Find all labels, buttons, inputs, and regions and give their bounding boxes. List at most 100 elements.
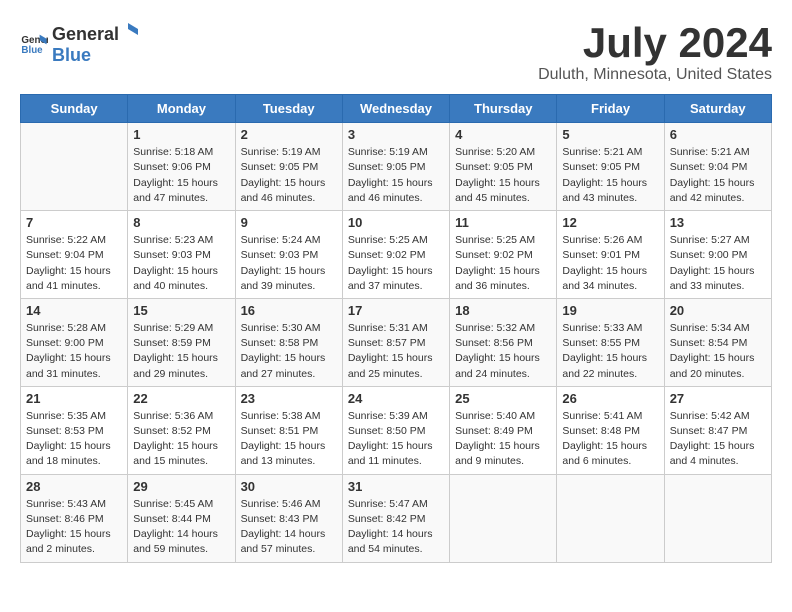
day-info: Sunrise: 5:38 AM Sunset: 8:51 PM Dayligh… [241, 409, 337, 470]
calendar-week-1: 1 Sunrise: 5:18 AM Sunset: 9:06 PM Daylig… [21, 123, 772, 211]
page-title: July 2024 [538, 20, 772, 66]
day-info: Sunrise: 5:46 AM Sunset: 8:43 PM Dayligh… [241, 497, 337, 558]
logo-arrow-icon [120, 20, 140, 40]
calendar-cell [450, 474, 557, 562]
day-info: Sunrise: 5:24 AM Sunset: 9:03 PM Dayligh… [241, 233, 337, 294]
day-number: 2 [241, 127, 337, 142]
day-info: Sunrise: 5:30 AM Sunset: 8:58 PM Dayligh… [241, 321, 337, 382]
calendar-cell: 29 Sunrise: 5:45 AM Sunset: 8:44 PM Dayli… [128, 474, 235, 562]
day-info: Sunrise: 5:31 AM Sunset: 8:57 PM Dayligh… [348, 321, 444, 382]
logo: General Blue General Blue [20, 20, 141, 66]
day-info: Sunrise: 5:43 AM Sunset: 8:46 PM Dayligh… [26, 497, 122, 558]
day-number: 9 [241, 215, 337, 230]
calendar-cell: 12 Sunrise: 5:26 AM Sunset: 9:01 PM Dayli… [557, 211, 664, 299]
day-info: Sunrise: 5:28 AM Sunset: 9:00 PM Dayligh… [26, 321, 122, 382]
header: General Blue General Blue July 2024 Dulu… [20, 20, 772, 84]
day-number: 7 [26, 215, 122, 230]
calendar-cell: 24 Sunrise: 5:39 AM Sunset: 8:50 PM Dayli… [342, 386, 449, 474]
day-info: Sunrise: 5:27 AM Sunset: 9:00 PM Dayligh… [670, 233, 766, 294]
calendar-cell: 16 Sunrise: 5:30 AM Sunset: 8:58 PM Dayli… [235, 298, 342, 386]
day-number: 5 [562, 127, 658, 142]
day-info: Sunrise: 5:19 AM Sunset: 9:05 PM Dayligh… [241, 145, 337, 206]
day-number: 26 [562, 391, 658, 406]
day-number: 12 [562, 215, 658, 230]
day-number: 22 [133, 391, 229, 406]
day-number: 13 [670, 215, 766, 230]
svg-text:Blue: Blue [21, 45, 43, 56]
calendar-header-row: SundayMondayTuesdayWednesdayThursdayFrid… [21, 95, 772, 123]
day-number: 17 [348, 303, 444, 318]
calendar-cell [21, 123, 128, 211]
calendar-cell: 6Sunrise: 5:21 AM Sunset: 9:04 PM Daylig… [664, 123, 771, 211]
calendar-cell: 20 Sunrise: 5:34 AM Sunset: 8:54 PM Dayli… [664, 298, 771, 386]
day-info: Sunrise: 5:45 AM Sunset: 8:44 PM Dayligh… [133, 497, 229, 558]
calendar-cell: 7 Sunrise: 5:22 AM Sunset: 9:04 PM Daylig… [21, 211, 128, 299]
calendar-cell: 11 Sunrise: 5:25 AM Sunset: 9:02 PM Dayli… [450, 211, 557, 299]
day-info: Sunrise: 5:40 AM Sunset: 8:49 PM Dayligh… [455, 409, 551, 470]
day-number: 31 [348, 479, 444, 494]
day-number: 10 [348, 215, 444, 230]
calendar-cell: 9 Sunrise: 5:24 AM Sunset: 9:03 PM Daylig… [235, 211, 342, 299]
calendar-cell: 21Sunrise: 5:35 AM Sunset: 8:53 PM Dayli… [21, 386, 128, 474]
calendar-cell: 1 Sunrise: 5:18 AM Sunset: 9:06 PM Daylig… [128, 123, 235, 211]
calendar-cell [664, 474, 771, 562]
day-info: Sunrise: 5:39 AM Sunset: 8:50 PM Dayligh… [348, 409, 444, 470]
day-info: Sunrise: 5:23 AM Sunset: 9:03 PM Dayligh… [133, 233, 229, 294]
calendar-cell [557, 474, 664, 562]
day-info: Sunrise: 5:22 AM Sunset: 9:04 PM Dayligh… [26, 233, 122, 294]
logo-icon: General Blue [20, 29, 48, 57]
day-info: Sunrise: 5:34 AM Sunset: 8:54 PM Dayligh… [670, 321, 766, 382]
day-number: 27 [670, 391, 766, 406]
calendar-cell: 4 Sunrise: 5:20 AM Sunset: 9:05 PM Daylig… [450, 123, 557, 211]
day-number: 19 [562, 303, 658, 318]
day-number: 6 [670, 127, 766, 142]
day-number: 24 [348, 391, 444, 406]
calendar-cell: 30 Sunrise: 5:46 AM Sunset: 8:43 PM Dayli… [235, 474, 342, 562]
day-number: 1 [133, 127, 229, 142]
calendar-header-saturday: Saturday [664, 95, 771, 123]
calendar-cell: 22Sunrise: 5:36 AM Sunset: 8:52 PM Dayli… [128, 386, 235, 474]
calendar-cell: 13 Sunrise: 5:27 AM Sunset: 9:00 PM Dayli… [664, 211, 771, 299]
calendar-cell: 8 Sunrise: 5:23 AM Sunset: 9:03 PM Daylig… [128, 211, 235, 299]
day-number: 28 [26, 479, 122, 494]
day-info: Sunrise: 5:19 AM Sunset: 9:05 PM Dayligh… [348, 145, 444, 206]
calendar-header-thursday: Thursday [450, 95, 557, 123]
calendar-cell: 27 Sunrise: 5:42 AM Sunset: 8:47 PM Dayli… [664, 386, 771, 474]
calendar-week-4: 21Sunrise: 5:35 AM Sunset: 8:53 PM Dayli… [21, 386, 772, 474]
calendar-cell: 10Sunrise: 5:25 AM Sunset: 9:02 PM Dayli… [342, 211, 449, 299]
calendar-cell: 31 Sunrise: 5:47 AM Sunset: 8:42 PM Dayli… [342, 474, 449, 562]
calendar-cell: 17 Sunrise: 5:31 AM Sunset: 8:57 PM Dayli… [342, 298, 449, 386]
calendar-header-monday: Monday [128, 95, 235, 123]
day-number: 18 [455, 303, 551, 318]
calendar-cell: 28 Sunrise: 5:43 AM Sunset: 8:46 PM Dayli… [21, 474, 128, 562]
day-number: 25 [455, 391, 551, 406]
day-number: 20 [670, 303, 766, 318]
calendar-header-wednesday: Wednesday [342, 95, 449, 123]
page-subtitle: Duluth, Minnesota, United States [538, 66, 772, 84]
day-info: Sunrise: 5:41 AM Sunset: 8:48 PM Dayligh… [562, 409, 658, 470]
calendar-header-tuesday: Tuesday [235, 95, 342, 123]
day-number: 4 [455, 127, 551, 142]
day-info: Sunrise: 5:35 AM Sunset: 8:53 PM Dayligh… [26, 409, 122, 470]
calendar-table: SundayMondayTuesdayWednesdayThursdayFrid… [20, 94, 772, 562]
day-number: 11 [455, 215, 551, 230]
calendar-week-3: 14Sunrise: 5:28 AM Sunset: 9:00 PM Dayli… [21, 298, 772, 386]
day-number: 8 [133, 215, 229, 230]
day-number: 30 [241, 479, 337, 494]
day-info: Sunrise: 5:42 AM Sunset: 8:47 PM Dayligh… [670, 409, 766, 470]
day-info: Sunrise: 5:18 AM Sunset: 9:06 PM Dayligh… [133, 145, 229, 206]
calendar-week-2: 7 Sunrise: 5:22 AM Sunset: 9:04 PM Daylig… [21, 211, 772, 299]
day-info: Sunrise: 5:47 AM Sunset: 8:42 PM Dayligh… [348, 497, 444, 558]
calendar-header-sunday: Sunday [21, 95, 128, 123]
day-info: Sunrise: 5:26 AM Sunset: 9:01 PM Dayligh… [562, 233, 658, 294]
day-number: 3 [348, 127, 444, 142]
day-number: 15 [133, 303, 229, 318]
day-number: 29 [133, 479, 229, 494]
calendar-cell: 14Sunrise: 5:28 AM Sunset: 9:00 PM Dayli… [21, 298, 128, 386]
day-info: Sunrise: 5:25 AM Sunset: 9:02 PM Dayligh… [455, 233, 551, 294]
logo-blue: Blue [52, 45, 91, 65]
calendar-cell: 15Sunrise: 5:29 AM Sunset: 8:59 PM Dayli… [128, 298, 235, 386]
day-number: 16 [241, 303, 337, 318]
logo-general: General [52, 24, 119, 45]
day-info: Sunrise: 5:20 AM Sunset: 9:05 PM Dayligh… [455, 145, 551, 206]
